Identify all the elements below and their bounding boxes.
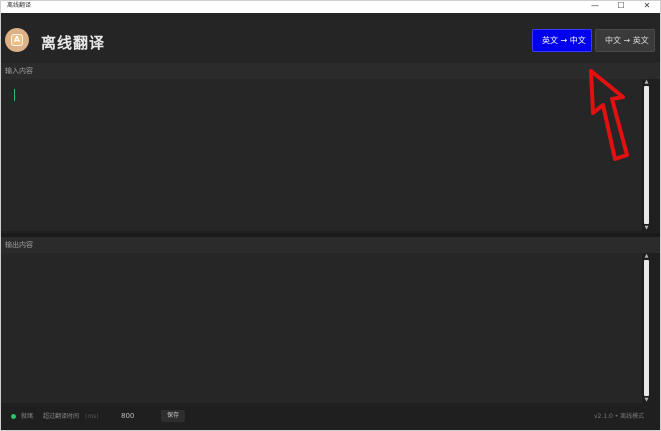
- scroll-up-icon[interactable]: ▲: [643, 79, 650, 85]
- scroll-down-icon[interactable]: ▼: [643, 225, 650, 231]
- timeout-unit: (ms): [85, 413, 99, 420]
- os-window-title: 离线翻译: [7, 2, 32, 9]
- os-window-controls: — ☐ ✕: [582, 1, 660, 12]
- input-section-header: 输入内容: [1, 63, 660, 79]
- app-logo: A: [5, 28, 29, 52]
- output-text-area: [1, 253, 642, 403]
- timeout-label: 超过翻译时间: [43, 413, 80, 420]
- scroll-up-icon[interactable]: ▲: [643, 253, 650, 259]
- maximize-button[interactable]: ☐: [608, 1, 634, 12]
- output-label: 输出内容: [5, 241, 33, 249]
- os-titlebar: 离线翻译 — ☐ ✕: [1, 1, 660, 13]
- app-title: 离线翻译: [41, 34, 106, 52]
- status-indicator-icon: [11, 414, 16, 419]
- text-caret: [14, 89, 15, 101]
- input-textarea[interactable]: [1, 79, 642, 231]
- input-scroll-thumb[interactable]: [644, 86, 649, 224]
- save-button[interactable]: 保存: [161, 410, 185, 422]
- version-text: v2.1.0 • 离线模式: [594, 413, 645, 420]
- app-window: 离线翻译 — ☐ ✕ A 离线翻译 英文 → 中文 中文 → 英文 输入内容 ▲…: [0, 0, 661, 431]
- input-scrollbar[interactable]: ▲ ▼: [643, 79, 650, 231]
- timeout-input[interactable]: [119, 410, 151, 422]
- translate-logo-icon: A: [11, 34, 23, 46]
- output-section-header: 输出内容: [1, 237, 660, 253]
- minimize-button[interactable]: —: [582, 1, 608, 12]
- input-label: 输入内容: [5, 67, 33, 75]
- status-bar: 就绪 超过翻译时间 (ms) 保存 v2.1.0 • 离线模式: [1, 405, 660, 430]
- scroll-down-icon[interactable]: ▼: [643, 397, 650, 403]
- output-scrollbar[interactable]: ▲ ▼: [643, 253, 650, 403]
- annotation-arrow-icon: [589, 69, 629, 161]
- mode-zh-to-en-button[interactable]: 中文 → 英文: [595, 29, 655, 52]
- status-state: 就绪: [21, 413, 34, 420]
- close-button[interactable]: ✕: [634, 1, 660, 12]
- mode-en-to-zh-button[interactable]: 英文 → 中文: [532, 29, 592, 52]
- output-scroll-thumb[interactable]: [644, 260, 649, 396]
